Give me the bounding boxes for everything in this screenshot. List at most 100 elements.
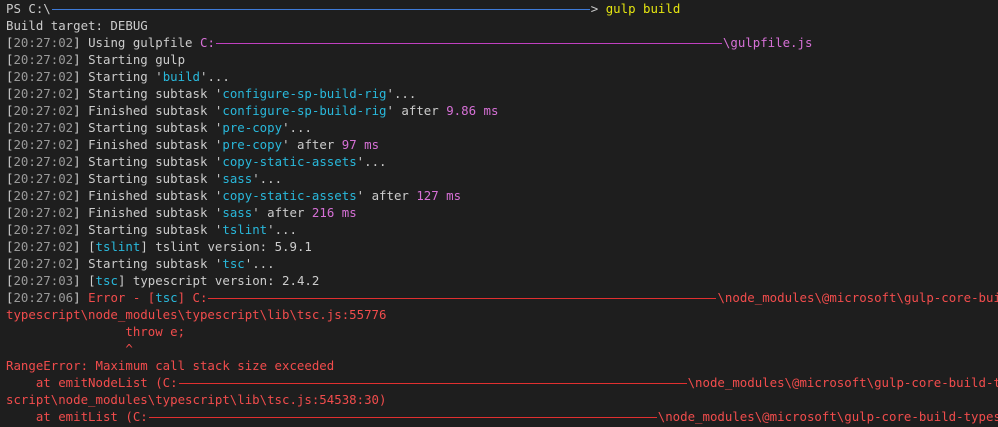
error-continuation: typescript\node_modules\typescript\lib\t…: [6, 307, 387, 322]
log-text: ] typescript version: 2.4.2: [117, 273, 320, 288]
timestamp: 20:27:02: [13, 222, 74, 237]
log-line: [20:27:03] [tsc] typescript version: 2.4…: [6, 273, 320, 288]
timestamp: 20:27:02: [13, 188, 74, 203]
log-text: Starting subtask ': [80, 171, 223, 186]
task-name: pre-copy: [222, 120, 283, 135]
redacted-path: [208, 298, 717, 299]
task-name: sass: [222, 171, 253, 186]
terminal-output[interactable]: PS C:\ > gulp build Build target: DEBUG […: [0, 0, 998, 427]
log-text: ' after: [252, 205, 312, 220]
task-name: tsc: [95, 273, 118, 288]
log-line: [20:27:02] Finished subtask 'configure-s…: [6, 103, 499, 118]
log-line: [20:27:02] Starting subtask 'tsc'...: [6, 256, 275, 271]
timestamp: 20:27:06: [13, 290, 74, 305]
log-line: [20:27:02] Starting subtask 'sass'...: [6, 171, 283, 186]
log-line: [20:27:02] Finished subtask 'copy-static…: [6, 188, 462, 203]
log-text: Starting subtask ': [80, 86, 223, 101]
task-name: build: [162, 69, 200, 84]
log-line: [20:27:02] Starting subtask 'copy-static…: [6, 154, 387, 169]
log-text: Starting subtask ': [80, 256, 223, 271]
task-name: copy-static-assets: [222, 154, 357, 169]
log-text: '...: [252, 171, 283, 186]
log-text: ] tslint version: 5.9.1: [140, 239, 312, 254]
duration: 216 ms: [311, 205, 357, 220]
timestamp: 20:27:02: [13, 52, 74, 67]
error-text: ] C:: [177, 290, 208, 305]
log-text: '...: [244, 256, 275, 271]
task-name: copy-static-assets: [222, 188, 357, 203]
redacted-path: [51, 9, 590, 10]
task-name: sass: [222, 205, 253, 220]
log-text: Starting subtask ': [80, 222, 223, 237]
log-line: [20:27:02] Starting gulp: [6, 52, 186, 67]
task-name: tslint: [95, 239, 141, 254]
command-text: gulp build: [605, 1, 681, 16]
redacted-path: [178, 383, 687, 384]
throw-line: throw e;: [6, 324, 186, 339]
task-name: tslint: [222, 222, 268, 237]
timestamp: 20:27:02: [13, 205, 74, 220]
task-name: configure-sp-build-rig: [222, 103, 387, 118]
task-name: configure-sp-build-rig: [222, 86, 387, 101]
log-text: '...: [356, 154, 387, 169]
stack-line: at emitList (C: \node_modules\@microsoft\…: [6, 408, 998, 425]
log-line: [20:27:02] Starting subtask 'configure-s…: [6, 86, 417, 101]
caret-line: ^: [6, 341, 133, 356]
stack-text: at emitNodeList (C:: [6, 375, 178, 390]
timestamp: 20:27:02: [13, 86, 74, 101]
timestamp: 20:27:02: [13, 69, 74, 84]
log-text: [: [80, 273, 96, 288]
stack-line: script\node_modules\typescript\lib\tsc.j…: [6, 392, 387, 407]
prompt-line: PS C:\ > gulp build: [6, 0, 998, 17]
duration: 9.86 ms: [446, 103, 499, 118]
gulpfile-path-start: C:: [199, 35, 215, 50]
log-line: [20:27:02] Finished subtask 'sass' after…: [6, 205, 357, 220]
log-text: Finished subtask ': [80, 205, 223, 220]
error-line: [20:27:06] Error - [tsc] C: \node_modules…: [6, 289, 998, 306]
log-line: [20:27:02] Starting 'build'...: [6, 69, 230, 84]
prompt-suffix: >: [590, 1, 606, 16]
log-text: ' after: [356, 188, 417, 203]
build-target-line: Build target: DEBUG: [6, 18, 148, 33]
log-text: Finished subtask ': [80, 103, 223, 118]
log-text: '...: [200, 69, 230, 84]
log-text: Using gulpfile: [80, 35, 200, 50]
timestamp: 20:27:02: [13, 239, 74, 254]
error-path: \node_modules\@microsoft\gulp-core-build…: [717, 290, 998, 305]
task-name: pre-copy: [222, 137, 283, 152]
duration: 97 ms: [341, 137, 380, 152]
log-text: [: [80, 239, 96, 254]
error-text: Error - [: [80, 290, 156, 305]
timestamp: 20:27:02: [13, 256, 74, 271]
timestamp: 20:27:02: [13, 154, 74, 169]
log-text: Starting subtask ': [80, 154, 223, 169]
log-text: Starting subtask ': [80, 120, 223, 135]
log-text: '...: [267, 222, 297, 237]
timestamp: 20:27:02: [13, 171, 74, 186]
task-name: tsc: [155, 290, 178, 305]
timestamp: 20:27:02: [13, 120, 74, 135]
log-line: [20:27:02] Starting subtask 'tslint'...: [6, 222, 297, 237]
stack-text: at emitList (C:: [6, 409, 148, 424]
gulpfile-path-end: \gulpfile.js: [722, 35, 813, 50]
log-text: Finished subtask ': [80, 137, 223, 152]
log-text: '...: [282, 120, 312, 135]
task-name: tsc: [222, 256, 245, 271]
timestamp: 20:27:02: [13, 103, 74, 118]
log-text: ' after: [386, 103, 447, 118]
log-line: [20:27:02] [tslint] tslint version: 5.9.…: [6, 239, 312, 254]
log-text: Finished subtask ': [80, 188, 223, 203]
duration: 127 ms: [416, 188, 462, 203]
log-text: ' after: [282, 137, 342, 152]
redacted-path: [215, 43, 722, 44]
stack-line: at emitNodeList (C: \node_modules\@micros…: [6, 374, 998, 391]
range-error-line: RangeError: Maximum call stack size exce…: [6, 358, 335, 373]
timestamp: 20:27:03: [13, 273, 74, 288]
timestamp: 20:27:02: [13, 35, 74, 50]
stack-path: \node_modules\@microsoft\gulp-core-build…: [687, 375, 998, 390]
log-line: [20:27:02] Using gulpfile C: \gulpfile.js: [6, 35, 813, 50]
redacted-path: [148, 417, 657, 418]
prompt-prefix: PS C:\: [6, 1, 51, 16]
stack-path: \node_modules\@microsoft\gulp-core-build…: [657, 409, 998, 424]
log-text: Starting gulp: [80, 52, 186, 67]
